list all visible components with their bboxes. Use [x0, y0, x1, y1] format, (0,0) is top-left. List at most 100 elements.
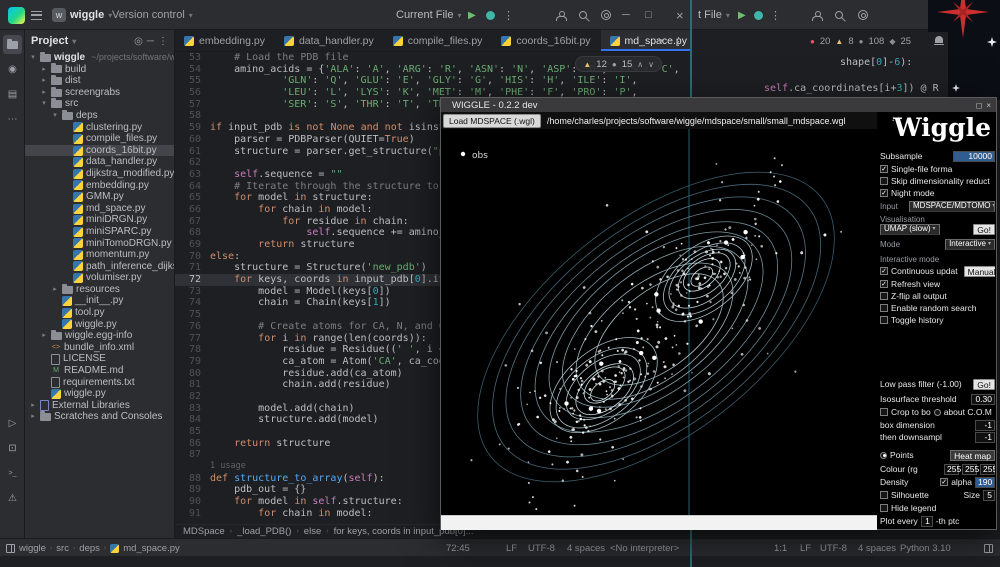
- zflip-checkbox[interactable]: Z-flip all output: [880, 290, 995, 302]
- maximize-button[interactable]: □: [645, 0, 652, 30]
- tree-item-Scratches-and-Consoles[interactable]: ▸Scratches and Consoles: [25, 411, 174, 423]
- code-with-me-button[interactable]: [812, 0, 821, 30]
- skip-dim-checkbox[interactable]: Skip dimensionality reduct: [880, 175, 995, 187]
- tree-item-dist[interactable]: ▸dist: [25, 75, 174, 87]
- encoding-widget[interactable]: UTF-8: [528, 539, 555, 557]
- minimize-button[interactable]: ─: [622, 0, 630, 30]
- stripe-project-button[interactable]: [3, 35, 22, 54]
- pycharm-logo-icon[interactable]: [8, 0, 25, 30]
- tree-item-wiggle.py[interactable]: wiggle.py: [25, 388, 174, 400]
- tree-item-External-Libraries[interactable]: ▸External Libraries: [25, 400, 174, 412]
- visualisation-dropdown[interactable]: UMAP (slow)▾: [880, 224, 940, 235]
- tree-item-md_space.py[interactable]: md_space.py: [25, 203, 174, 215]
- main-menu-button[interactable]: [31, 0, 42, 30]
- go-button[interactable]: Go!: [973, 224, 995, 235]
- checkbox-checked-icon[interactable]: ✓: [940, 478, 948, 486]
- settings-button[interactable]: [601, 0, 611, 30]
- tree-item-dijkstra_modified.py[interactable]: dijkstra_modified.py: [25, 168, 174, 180]
- alpha-input[interactable]: 190: [975, 477, 995, 488]
- tree-item-build[interactable]: ▸build: [25, 64, 174, 76]
- tree-item-coords_16bit.py[interactable]: coords_16bit.py: [25, 145, 174, 157]
- radio-icon[interactable]: [934, 409, 941, 416]
- tree-item-miniDRGN.py[interactable]: miniDRGN.py: [25, 214, 174, 226]
- size-input[interactable]: 5: [983, 490, 995, 501]
- tree-item-LICENSE[interactable]: LICENSE: [25, 353, 174, 365]
- close-button[interactable]: ×: [676, 0, 684, 30]
- tree-item-path_inference_dijkstra.py[interactable]: path_inference_dijkstra.py: [25, 261, 174, 273]
- code-line-55[interactable]: 55 'GLN': 'Q', 'GLU': 'E', 'GLY': 'G', '…: [175, 75, 690, 87]
- manual-button[interactable]: Manual: [964, 266, 995, 277]
- run-config-widget[interactable]: Current File ▾: [396, 0, 461, 30]
- tree-item-wiggle[interactable]: ▾wiggle~/projects/software/wigg: [25, 52, 174, 64]
- screen-reader-icon[interactable]: [984, 539, 993, 557]
- tree-item-data_handler.py[interactable]: data_handler.py: [25, 156, 174, 168]
- matplotlib-toolbar[interactable]: [441, 515, 877, 530]
- tree-item-clustering.py[interactable]: clustering.py: [25, 122, 174, 134]
- tree-item-wiggle.py[interactable]: wiggle.py: [25, 319, 174, 331]
- box-dimension-input[interactable]: -1: [975, 420, 995, 431]
- interpreter-widget[interactable]: <No interpreter>: [610, 539, 679, 557]
- tree-item-momentum.py[interactable]: momentum.py: [25, 249, 174, 261]
- downsample-input[interactable]: -1: [975, 432, 995, 443]
- plot-every-input[interactable]: 1: [921, 516, 933, 527]
- tab-compile_files.py[interactable]: compile_files.py: [384, 30, 493, 51]
- interpreter-widget[interactable]: Python 3.10: [900, 539, 951, 557]
- tab-data_handler.py[interactable]: data_handler.py: [275, 30, 384, 51]
- tree-item-src[interactable]: ▾src: [25, 98, 174, 110]
- nav-bar[interactable]: wiggle› src› deps› md_space.py: [6, 539, 180, 557]
- prev-issue-icon[interactable]: ∧: [637, 60, 643, 69]
- code-with-me-button[interactable]: [556, 0, 565, 30]
- density-option[interactable]: Density: [880, 477, 908, 487]
- colour-g-input[interactable]: 255: [962, 464, 977, 475]
- run-button[interactable]: ▶: [738, 0, 746, 30]
- inspections-widget[interactable]: ▲ 12 ● 15 ∧ ∨: [575, 56, 662, 72]
- settings-button[interactable]: [858, 0, 868, 30]
- stripe-services-button[interactable]: ⊡: [3, 439, 22, 458]
- input-dropdown[interactable]: MDSPACE/MDTOMO▾: [909, 201, 995, 212]
- isosurface-input[interactable]: 0.30: [971, 394, 995, 405]
- tree-item-README.md[interactable]: MREADME.md: [25, 365, 174, 377]
- locate-file-icon[interactable]: ◎: [134, 36, 143, 47]
- run-button[interactable]: ▶: [468, 0, 476, 30]
- tab-coords_16bit.py[interactable]: coords_16bit.py: [492, 30, 600, 51]
- tree-item-tool.py[interactable]: tool.py: [25, 307, 174, 319]
- more-run-actions-button[interactable]: ⋮: [770, 0, 781, 30]
- colour-b-input[interactable]: 255: [980, 464, 995, 475]
- single-file-checkbox[interactable]: ✓ Single-file forma: [880, 163, 995, 175]
- go-button[interactable]: Go!: [973, 379, 995, 390]
- tree-item-embedding.py[interactable]: embedding.py: [25, 180, 174, 192]
- panel-options-icon[interactable]: ⋮: [158, 36, 168, 47]
- indent-widget[interactable]: 4 spaces: [567, 539, 605, 557]
- plot-canvas[interactable]: obs: [441, 129, 877, 515]
- tab-options-icon[interactable]: ⋮: [673, 35, 684, 48]
- breadcrumb-item[interactable]: MDSpace: [183, 526, 225, 537]
- run-config-widget[interactable]: t File ▾: [698, 0, 730, 30]
- refresh-view-checkbox[interactable]: ✓ Refresh view: [880, 278, 995, 290]
- stripe-commit-button[interactable]: ◉: [3, 60, 22, 79]
- tree-item-resources[interactable]: ▸resources: [25, 284, 174, 296]
- tree-item-miniTomoDRGN.py[interactable]: miniTomoDRGN.py: [25, 238, 174, 250]
- stripe-structure-button[interactable]: ▤: [3, 85, 22, 104]
- wiggle-maximize-icon[interactable]: ◻: [976, 101, 983, 110]
- tab-embedding.py[interactable]: embedding.py: [175, 30, 275, 51]
- search-everywhere-button[interactable]: [835, 0, 843, 30]
- subsample-input[interactable]: 10000: [953, 151, 995, 162]
- tree-item-compile_files.py[interactable]: compile_files.py: [25, 133, 174, 145]
- debug-button[interactable]: [486, 0, 495, 30]
- tree-item-GMM.py[interactable]: GMM.py: [25, 191, 174, 203]
- next-issue-icon[interactable]: ∨: [648, 60, 654, 69]
- checkbox-icon[interactable]: [880, 408, 888, 416]
- file-path-input[interactable]: /home/charles/projects/software/wiggle/m…: [547, 116, 846, 126]
- tree-item-wiggle.egg-info[interactable]: ▸wiggle.egg-info: [25, 330, 174, 342]
- tree-item-miniSPARC.py[interactable]: miniSPARC.py: [25, 226, 174, 238]
- caret-position-widget[interactable]: 72:45: [446, 539, 470, 557]
- stripe-problems-button[interactable]: ⚠: [3, 489, 22, 508]
- encoding-widget[interactable]: UTF-8: [820, 539, 847, 557]
- colour-r-input[interactable]: 255: [944, 464, 959, 475]
- caret-position-widget[interactable]: 1:1: [774, 539, 787, 557]
- night-mode-checkbox[interactable]: ✓ Night mode: [880, 187, 995, 199]
- line-ending-widget[interactable]: LF: [800, 539, 811, 557]
- points-radio[interactable]: Points: [890, 450, 914, 460]
- problems-widget[interactable]: ●20▲8●108◆25: [810, 33, 911, 49]
- radio-selected-icon[interactable]: [880, 452, 887, 459]
